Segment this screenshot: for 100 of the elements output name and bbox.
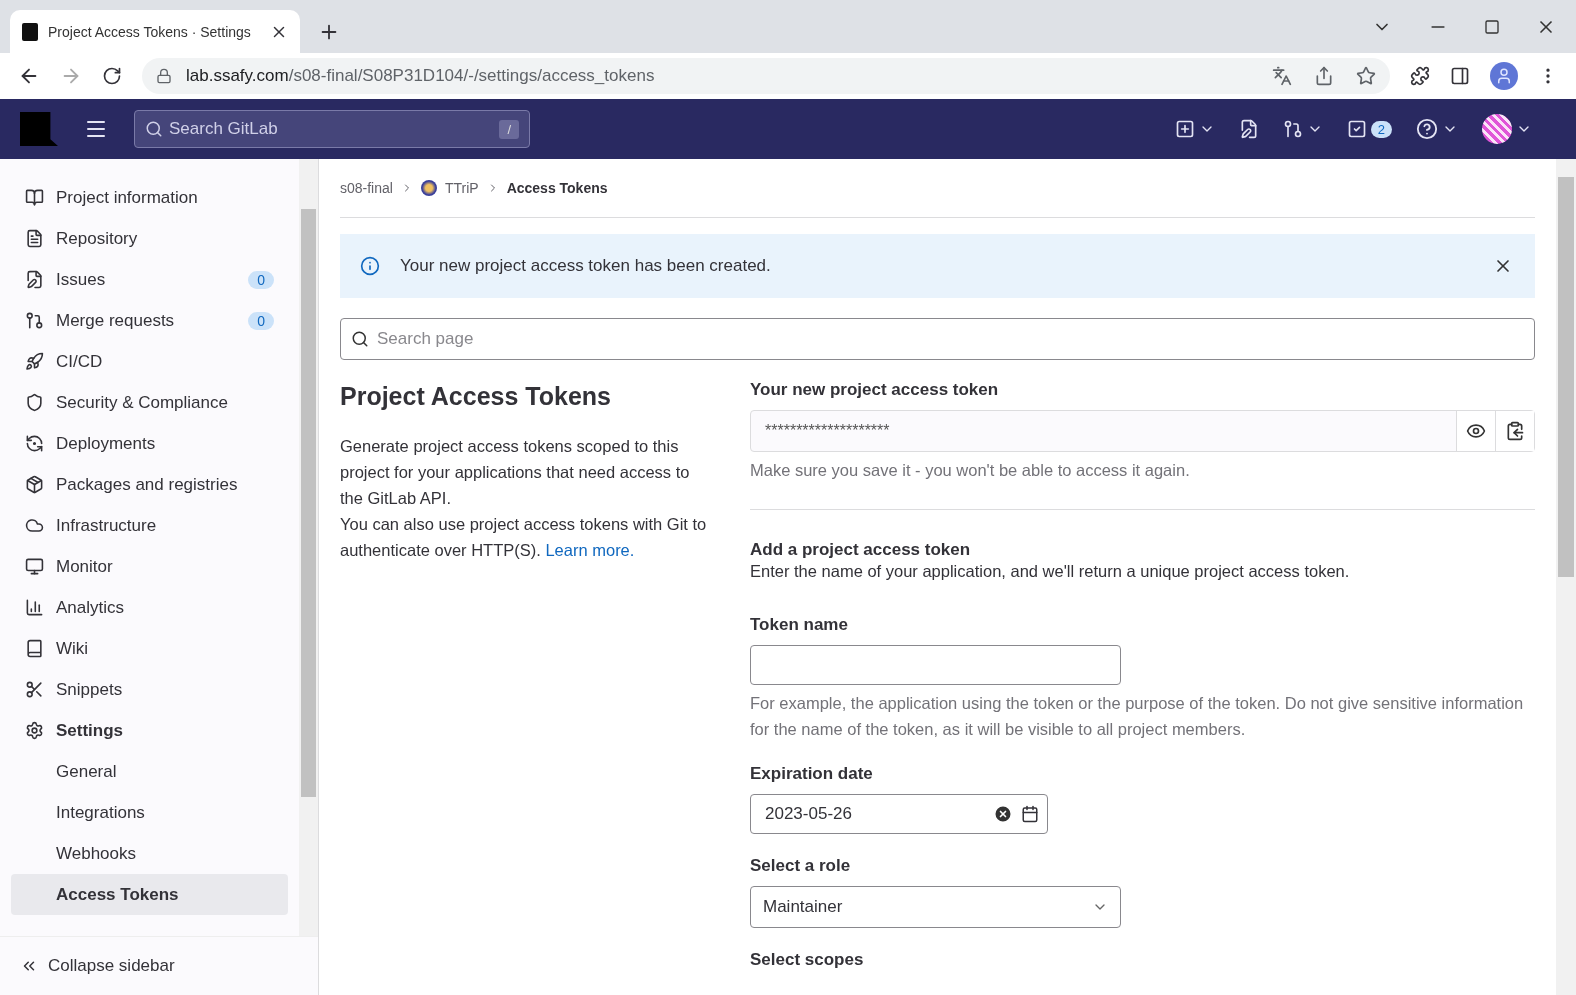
profile-avatar[interactable] <box>1490 62 1518 90</box>
search-icon <box>351 330 369 348</box>
reload-icon[interactable] <box>102 66 122 86</box>
url-text: lab.ssafy.com/s08-final/S08P31D104/-/settings/access_tokens <box>186 66 655 86</box>
sidebar-label: Packages and registries <box>56 474 238 495</box>
checkbox-icon <box>1346 119 1367 139</box>
section-description: Enter the name of your application, and we'll return a unique project access token. <box>750 562 1351 581</box>
sidebar-item[interactable]: Packages and registries <box>11 464 288 505</box>
sidebar-item[interactable]: Deployments <box>11 423 288 464</box>
scrollbar-thumb[interactable] <box>1558 177 1574 577</box>
field-label: Token name <box>750 615 849 635</box>
scrollbar-thumb[interactable] <box>301 209 316 797</box>
reveal-button[interactable] <box>1456 411 1495 451</box>
monitor-icon <box>25 557 44 576</box>
sidebar-item[interactable]: Repository <box>11 218 288 259</box>
sidebar-label: Repository <box>56 228 138 249</box>
help-text: Make sure you save it - you won't be able to access it again. <box>750 460 1191 481</box>
input-field[interactable] <box>750 645 1121 685</box>
section-title: Add a project access token <box>750 540 972 560</box>
date-field[interactable]: 2023-05-26 <box>750 794 1048 834</box>
field-label: Select scopes <box>750 950 865 970</box>
sidebar-item[interactable]: Project information <box>11 177 288 218</box>
alert-message: Your new project access token has been created. <box>400 256 771 276</box>
search-icon <box>145 120 163 138</box>
description-text: Generate project access tokens scoped to this project for your applications that need access to the GitLab API. <box>340 436 691 509</box>
sidebar-item[interactable]: Analytics <box>11 587 288 628</box>
sidebar-item[interactable]: Access Tokens <box>11 874 288 915</box>
sidebar-item[interactable]: Webhooks <box>11 833 288 874</box>
sidebar-label: Deployments <box>56 433 156 454</box>
rocket-icon <box>25 352 44 371</box>
lock-icon <box>156 68 172 84</box>
shortcut-key: / <box>499 119 519 139</box>
clear-icon[interactable] <box>993 804 1013 824</box>
cloud-icon <box>25 516 44 535</box>
field-label: Expiration date <box>750 764 874 784</box>
sidebar-label: Merge requests <box>56 310 175 331</box>
collapse-sidebar-button[interactable]: Collapse sidebar <box>0 936 318 995</box>
star-icon[interactable] <box>1356 66 1376 86</box>
shield-icon <box>25 393 44 412</box>
field-label: Your new project access token <box>750 380 1000 400</box>
favicon-icon <box>22 22 38 41</box>
clipboard-icon <box>1505 421 1525 441</box>
sidebar-label: Analytics <box>56 597 125 618</box>
sidebar-label: Monitor <box>56 556 113 577</box>
sidebar-label: CI/CD <box>56 351 103 372</box>
sidebar-item[interactable]: Integrations <box>11 792 288 833</box>
sidebar-item[interactable]: Settings <box>11 710 288 751</box>
translate-icon[interactable] <box>1272 66 1292 86</box>
breadcrumb-link[interactable]: s08-final <box>340 180 393 196</box>
package-icon <box>25 475 44 494</box>
sidebar-label: Project information <box>56 187 198 208</box>
chart-icon <box>25 598 44 617</box>
sidebar-item[interactable]: Infrastructure <box>11 505 288 546</box>
issue-icon <box>25 270 44 289</box>
info-icon <box>360 256 380 276</box>
document-icon <box>25 229 44 248</box>
sidebar-item[interactable]: Issues 0 <box>11 259 288 300</box>
share-icon[interactable] <box>1314 66 1334 86</box>
breadcrumb-link[interactable]: TTriP <box>444 180 479 196</box>
sidebar-label: Security & Compliance <box>56 392 228 413</box>
sidebar-label: Snippets <box>56 679 123 700</box>
sidebar-item[interactable]: Security & Compliance <box>11 382 288 423</box>
search-field[interactable]: Search GitLab / <box>134 110 530 148</box>
sidebar-item[interactable]: Merge requests 0 <box>11 300 288 341</box>
copy-button[interactable] <box>1495 411 1534 451</box>
side-panel-icon[interactable] <box>1450 66 1470 86</box>
deployment-icon <box>25 434 44 453</box>
count-badge: 0 <box>248 270 274 289</box>
scissors-icon <box>25 680 44 699</box>
book-icon <box>25 188 44 207</box>
sidebar-label: Infrastructure <box>56 515 157 536</box>
learn-more-link[interactable]: Learn more. <box>545 541 635 559</box>
settings-icon <box>25 721 44 740</box>
search-field[interactable]: Search page <box>340 318 1535 360</box>
todo-button[interactable]: 2 <box>1346 119 1392 139</box>
page-title: Project Access Tokens <box>340 382 612 411</box>
sidebar-label: Settings <box>56 720 124 741</box>
browser-tab[interactable]: Project Access Tokens · Settings <box>10 10 300 53</box>
eye-icon <box>1466 421 1486 441</box>
sidebar-label: Wiki <box>56 638 89 659</box>
role-dropdown[interactable]: Maintainer <box>750 886 1121 928</box>
count-badge: 2 <box>1370 120 1392 138</box>
plus-icon <box>1174 119 1195 139</box>
token-field[interactable]: ******************** <box>750 410 1535 452</box>
user-avatar <box>1482 114 1512 144</box>
sidebar-item[interactable]: General <box>11 751 288 792</box>
sidebar-item[interactable]: CI/CD <box>11 341 288 382</box>
merge-request-icon <box>25 311 44 330</box>
help-icon <box>1416 118 1438 140</box>
description-text: You can also use project access tokens with Git to authenticate over HTTP(S). Learn more. <box>340 514 708 561</box>
maximize-icon[interactable] <box>1484 18 1500 35</box>
sidebar-item[interactable]: Wiki <box>11 628 288 669</box>
merge-request-icon <box>1282 119 1303 139</box>
calendar-icon[interactable] <box>1021 805 1039 823</box>
count-badge: 0 <box>248 311 274 330</box>
extensions-icon[interactable] <box>1410 66 1430 86</box>
address-bar[interactable]: lab.ssafy.com/s08-final/S08P31D104/-/settings/access_tokens <box>142 58 1390 94</box>
sidebar-item[interactable]: Monitor <box>11 546 288 587</box>
help-text: For example, the application using the token or the purpose of the token. Do not give sensitive information for the name of the token, as it will be visible to all project members. <box>750 693 1525 740</box>
sidebar-item[interactable]: Snippets <box>11 669 288 710</box>
